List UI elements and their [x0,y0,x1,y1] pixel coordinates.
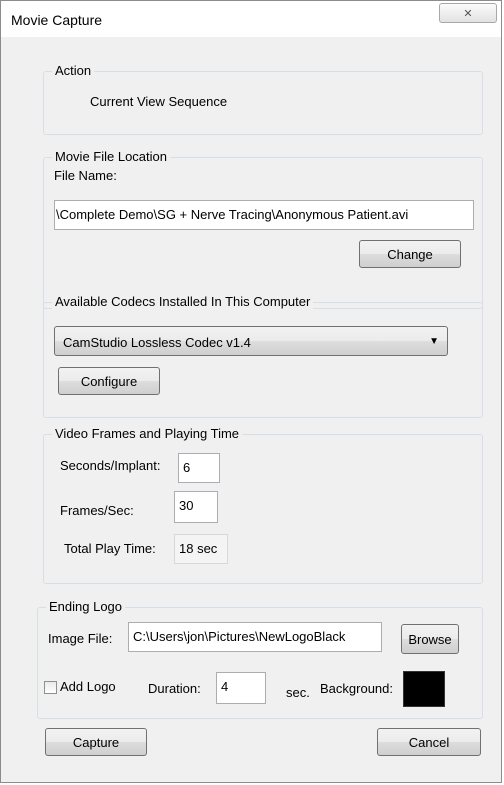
ending-logo-legend: Ending Logo [46,599,126,615]
codecs-legend: Available Codecs Installed In This Compu… [52,294,314,310]
frames-sec-label: Frames/Sec: [60,503,134,518]
add-logo-label: Add Logo [60,679,116,694]
chevron-down-icon: ▼ [429,336,439,347]
ending-logo-group: Ending Logo Image File: C:\Users\jon\Pic… [37,599,483,719]
cancel-button[interactable]: Cancel [377,728,481,756]
window-title: Movie Capture [11,12,103,28]
title-bar: Movie Capture ✕ [1,1,501,37]
sec-label: sec. [286,685,310,700]
browse-button[interactable]: Browse [401,624,459,654]
frames-group: Video Frames and Playing Time Seconds/Im… [43,426,483,584]
close-button[interactable]: ✕ [439,3,497,23]
action-value: Current View Sequence [90,94,228,109]
action-group: Action Current View Sequence [43,63,483,135]
codecs-group: Available Codecs Installed In This Compu… [43,294,483,418]
change-button[interactable]: Change [359,240,461,268]
codec-selected: CamStudio Lossless Codec v1.4 [63,335,251,350]
background-label: Background: [320,681,393,696]
dialog-body: Action Current View Sequence Movie File … [11,37,491,778]
action-legend: Action [52,63,95,79]
total-play-time-label: Total Play Time: [64,541,156,556]
frames-legend: Video Frames and Playing Time [52,426,243,442]
image-file-field[interactable]: C:\Users\jon\Pictures\NewLogoBlack [128,622,382,652]
movie-capture-dialog: Movie Capture ✕ Action Current View Sequ… [0,0,502,783]
duration-label: Duration: [148,681,201,696]
seconds-implant-field[interactable]: 6 [178,453,220,483]
configure-button[interactable]: Configure [58,367,160,395]
background-color-swatch[interactable] [403,671,445,707]
movie-file-group: Movie File Location File Name: \Complete… [43,149,483,309]
total-play-time-value: 18 sec [174,534,228,564]
movie-file-legend: Movie File Location [52,149,170,165]
add-logo-checkbox[interactable] [44,681,57,694]
capture-button[interactable]: Capture [45,728,147,756]
close-icon: ✕ [463,7,473,20]
seconds-implant-label: Seconds/Implant: [60,458,161,473]
image-file-label: Image File: [48,631,113,646]
file-name-field[interactable]: \Complete Demo\SG + Nerve Tracing\Anonym… [54,200,474,230]
frames-sec-field[interactable]: 30 [174,491,218,523]
duration-field[interactable]: 4 [216,672,266,704]
codec-select[interactable]: CamStudio Lossless Codec v1.4 ▼ [54,326,448,356]
file-name-label: File Name: [54,168,117,183]
